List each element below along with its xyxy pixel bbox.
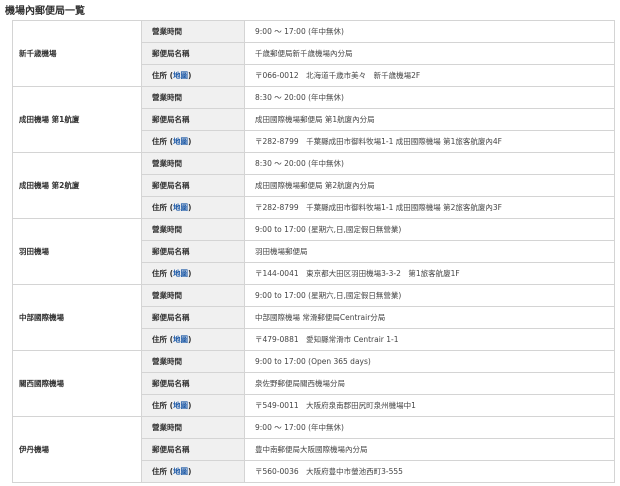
hours-label: 營業時間 bbox=[141, 86, 245, 109]
hours-label: 營業時間 bbox=[141, 152, 245, 175]
map-link[interactable]: 地圖 bbox=[173, 467, 188, 476]
address-label-close: ) bbox=[188, 401, 192, 410]
map-link[interactable]: 地圖 bbox=[173, 71, 188, 80]
hours-value: 9:00 to 17:00 (Open 365 days) bbox=[244, 350, 615, 373]
address-label-text: 住所 ( bbox=[152, 137, 174, 146]
address-label: 住所 (地圖) bbox=[141, 328, 245, 351]
office-name-label: 郵便局名稱 bbox=[141, 174, 245, 197]
table-row: 羽田機場 營業時間 9:00 to 17:00 (星期六,日,國定假日無營業) bbox=[12, 218, 615, 285]
map-link[interactable]: 地圖 bbox=[173, 137, 188, 146]
office-name-value: 成田國際機場郵便局 第1航廈內分局 bbox=[244, 108, 615, 131]
address-label-text: 住所 ( bbox=[152, 401, 174, 410]
office-name-value: 豊中南郵便局大阪國際機場內分局 bbox=[244, 438, 615, 461]
address-label-close: ) bbox=[188, 335, 192, 344]
address-value: 〒479-0881 愛知縣常滑市 Centrair 1-1 bbox=[244, 328, 615, 351]
address-label: 住所 (地圖) bbox=[141, 130, 245, 153]
hours-label: 營業時間 bbox=[141, 350, 245, 373]
table-row: 成田機場 第1航廈 營業時間 8:30 ～ 20:00 (年中無休) bbox=[12, 86, 615, 153]
office-name-label: 郵便局名稱 bbox=[141, 42, 245, 65]
airport-post-office-table: 新千歳機場 營業時間 9:00 ～ 17:00 (年中無休) 郵便局名稱 千歳郵便局新千… bbox=[12, 20, 615, 483]
table-row: 關西國際機場 營業時間 9:00 to 17:00 (Open 365 days) bbox=[12, 350, 615, 417]
airport-name: 成田機場 第1航廈 bbox=[12, 86, 142, 153]
hours-label: 營業時間 bbox=[141, 284, 245, 307]
address-label-close: ) bbox=[188, 467, 192, 476]
table-row: 中部國際機場 營業時間 9:00 to 17:00 (星期六,日,國定假日無營業) bbox=[12, 284, 615, 351]
address-label-text: 住所 ( bbox=[152, 335, 174, 344]
hours-label: 營業時間 bbox=[141, 20, 245, 43]
map-link[interactable]: 地圖 bbox=[173, 335, 188, 344]
airport-name: 中部國際機場 bbox=[12, 284, 142, 351]
table-row: 伊丹機場 營業時間 9:00 ～ 17:00 (年中無休) bbox=[12, 416, 615, 483]
airport-name: 關西國際機場 bbox=[12, 350, 142, 417]
page-title: 機場內郵便局一覧 bbox=[5, 6, 85, 17]
address-label: 住所 (地圖) bbox=[141, 196, 245, 219]
office-name-label: 郵便局名稱 bbox=[141, 438, 245, 461]
address-label: 住所 (地圖) bbox=[141, 262, 245, 285]
address-label-close: ) bbox=[188, 71, 192, 80]
office-name-label: 郵便局名稱 bbox=[141, 372, 245, 395]
office-name-value: 中部國際機場 常滑郵便局Centrair分局 bbox=[244, 306, 615, 329]
map-link[interactable]: 地圖 bbox=[173, 269, 188, 278]
address-label-text: 住所 ( bbox=[152, 71, 174, 80]
address-label: 住所 (地圖) bbox=[141, 64, 245, 87]
office-name-label: 郵便局名稱 bbox=[141, 108, 245, 131]
hours-label: 營業時間 bbox=[141, 416, 245, 439]
office-name-label: 郵便局名稱 bbox=[141, 240, 245, 263]
hours-value: 9:00 to 17:00 (星期六,日,國定假日無營業) bbox=[244, 284, 615, 307]
office-name-value: 成田國際機場郵便局 第2航廈內分局 bbox=[244, 174, 615, 197]
hours-value: 9:00 to 17:00 (星期六,日,國定假日無營業) bbox=[244, 218, 615, 241]
address-label-text: 住所 ( bbox=[152, 203, 174, 212]
address-value: 〒144-0041 東京都大田区羽田機場3-3-2 第1旅客航廈1F bbox=[244, 262, 615, 285]
hours-value: 9:00 ～ 17:00 (年中無休) bbox=[244, 20, 615, 43]
hours-value: 8:30 ～ 20:00 (年中無休) bbox=[244, 86, 615, 109]
address-label-close: ) bbox=[188, 203, 192, 212]
office-name-label: 郵便局名稱 bbox=[141, 306, 245, 329]
address-value: 〒560-0036 大阪府豊中市螢池西町3-555 bbox=[244, 460, 615, 483]
address-label: 住所 (地圖) bbox=[141, 394, 245, 417]
hours-value: 9:00 ～ 17:00 (年中無休) bbox=[244, 416, 615, 439]
office-name-value: 千歳郵便局新千歳機場內分局 bbox=[244, 42, 615, 65]
address-value: 〒282-8799 千葉縣成田市御料牧場1-1 成田國際機場 第1旅客航廈內4F bbox=[244, 130, 615, 153]
map-link[interactable]: 地圖 bbox=[173, 203, 188, 212]
address-label-close: ) bbox=[188, 137, 192, 146]
airport-name: 成田機場 第2航廈 bbox=[12, 152, 142, 219]
office-name-value: 羽田機場郵便局 bbox=[244, 240, 615, 263]
address-label-text: 住所 ( bbox=[152, 467, 174, 476]
hours-value: 8:30 ～ 20:00 (年中無休) bbox=[244, 152, 615, 175]
airport-name: 新千歳機場 bbox=[12, 20, 142, 87]
table-row: 新千歳機場 營業時間 9:00 ～ 17:00 (年中無休) bbox=[12, 20, 615, 87]
address-label-text: 住所 ( bbox=[152, 269, 174, 278]
airport-name: 羽田機場 bbox=[12, 218, 142, 285]
address-label-close: ) bbox=[188, 269, 192, 278]
address-value: 〒066-0012 北海道千歳市美々 新千歳機場2F bbox=[244, 64, 615, 87]
office-name-value: 泉佐野郵便局關西機場分局 bbox=[244, 372, 615, 395]
address-value: 〒549-0011 大阪府泉南郡田尻町泉州機場中1 bbox=[244, 394, 615, 417]
address-value: 〒282-8799 千葉縣成田市御料牧場1-1 成田國際機場 第2旅客航廈內3F bbox=[244, 196, 615, 219]
airport-name: 伊丹機場 bbox=[12, 416, 142, 483]
table-row: 成田機場 第2航廈 營業時間 8:30 ～ 20:00 (年中無休) bbox=[12, 152, 615, 219]
map-link[interactable]: 地圖 bbox=[173, 401, 188, 410]
hours-label: 營業時間 bbox=[141, 218, 245, 241]
address-label: 住所 (地圖) bbox=[141, 460, 245, 483]
